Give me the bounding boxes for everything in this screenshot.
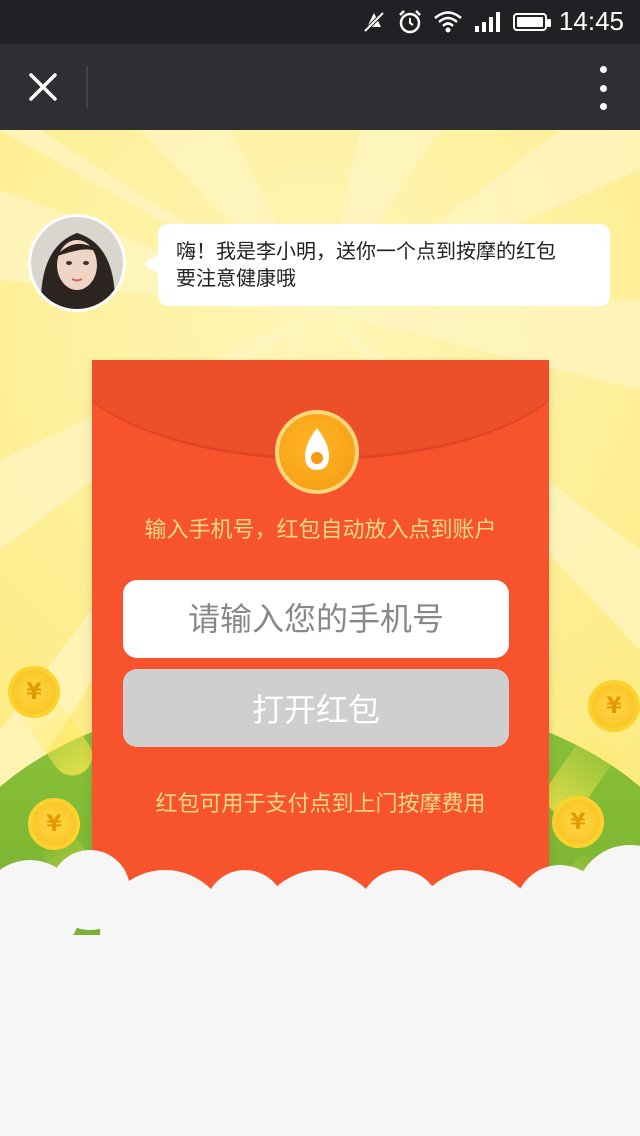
status-icons: 14:45 [361,6,624,37]
status-bar: 14:45 [0,0,640,44]
signal-icon [474,11,500,32]
avatar-image [31,217,123,309]
greeting-bubble: 嗨！我是李小明，送你一个点到按摩的红包 要注意健康哦 [144,224,610,306]
battery-icon [512,12,551,31]
phone-input[interactable] [123,580,509,658]
envelope-hint: 输入手机号，红包自动放入点到账户 [144,518,497,543]
title-divider [86,66,88,108]
close-button[interactable] [18,62,68,112]
yen-coin-icon: ¥ [588,680,640,732]
clouds-decoration [0,845,640,1136]
yen-coin-icon: ¥ [8,666,60,718]
greeting-line-2: 要注意健康哦 [176,266,296,290]
close-icon [29,73,57,101]
status-time: 14:45 [558,6,624,36]
more-vertical-icon[interactable] [590,66,616,110]
title-bar [0,44,640,130]
red-envelope: 输入手机号，红包自动放入点到账户 打开红包 红包可用于支付点到上门按摩费用 [92,360,549,920]
avatar [28,214,126,312]
brand-logo-icon [275,410,359,494]
alarm-icon [399,9,421,33]
wifi-icon [434,10,462,32]
greeting-line-1: 嗨！我是李小明，送你一个点到按摩的红包 [176,239,556,263]
envelope-footer-note: 红包可用于支付点到上门按摩费用 [155,792,486,817]
open-envelope-button[interactable]: 打开红包 [123,669,509,747]
mute-icon [363,11,385,32]
